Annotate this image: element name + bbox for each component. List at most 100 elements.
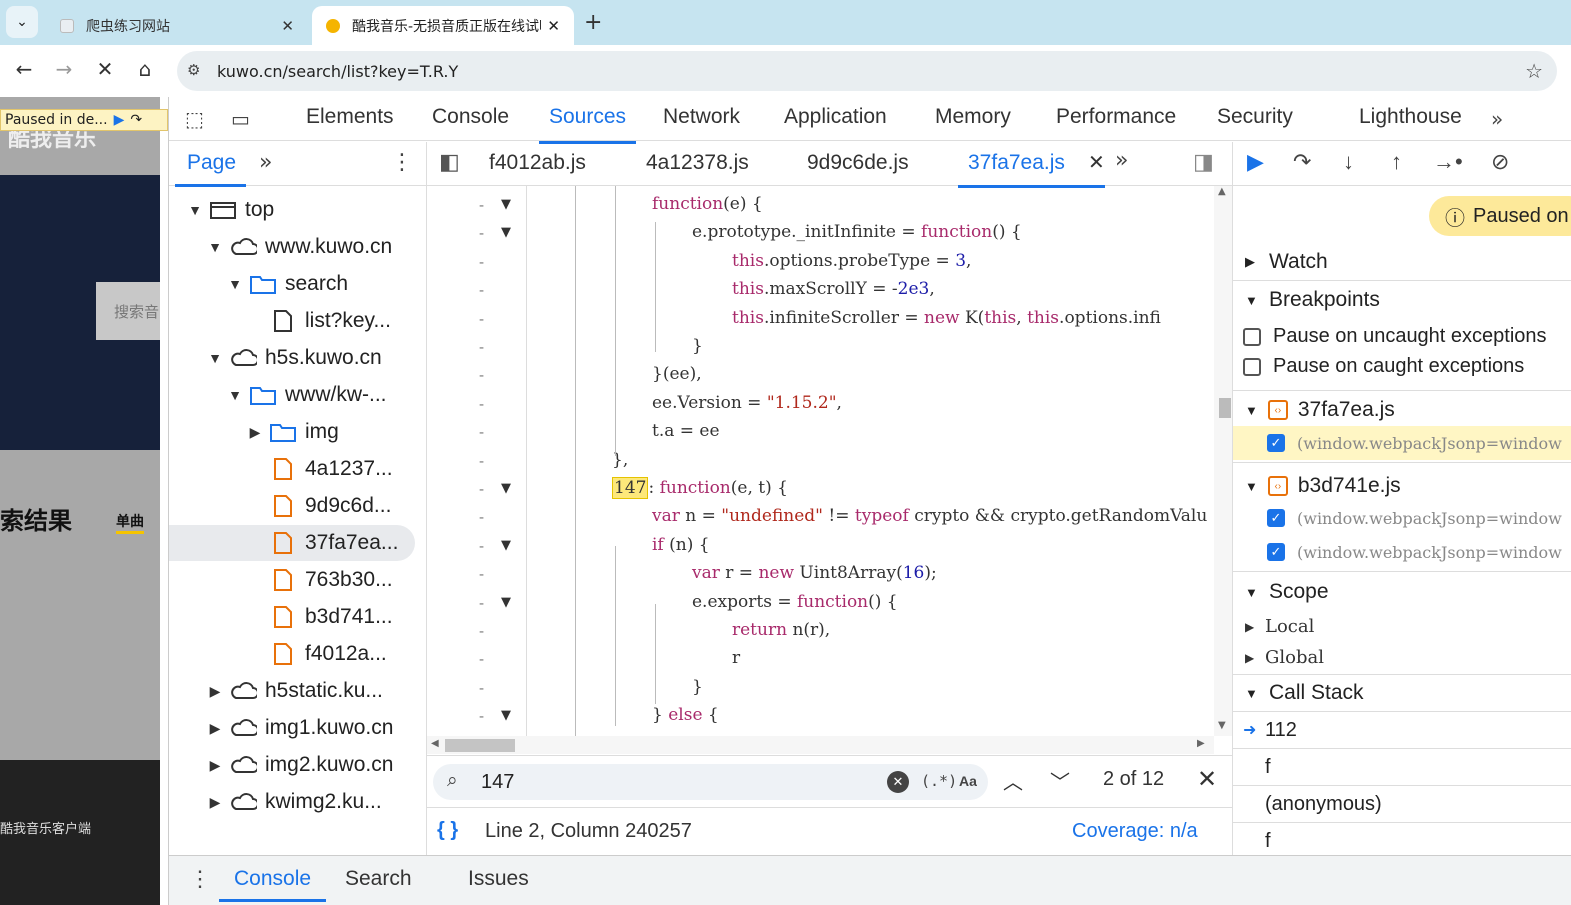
tree-item[interactable]: b3d741... — [169, 599, 415, 635]
tab-application[interactable]: Application — [784, 105, 887, 129]
tab-network[interactable]: Network — [663, 105, 740, 129]
more-panes-chevron-icon[interactable]: » — [259, 150, 272, 175]
fold-triangle-icon[interactable]: ▼ — [501, 197, 511, 212]
line-gutter[interactable]: - ▼ - ▼ - - - - - - - - - ▼ - - ▼ - - ▼ - - - - ▼ — [427, 186, 527, 736]
drawer-tab-issues[interactable]: Issues — [468, 867, 529, 891]
step-over-icon[interactable]: ↷ — [130, 112, 142, 128]
checkbox-checked[interactable]: ✓ — [1267, 434, 1285, 452]
single-tab[interactable]: 单曲 — [116, 511, 144, 534]
scroll-left-icon[interactable]: ◀ — [431, 738, 439, 749]
line-marker[interactable]: - — [479, 452, 484, 470]
scope-section-header[interactable]: ▼ Scope — [1233, 574, 1571, 610]
tab-memory[interactable]: Memory — [935, 105, 1011, 129]
tree-item[interactable]: ▶ img1.kuwo.cn — [169, 710, 415, 746]
new-tab-plus-icon[interactable]: + — [584, 10, 602, 35]
close-file-tab-icon[interactable]: ✕ — [1088, 150, 1105, 174]
scroll-thumb[interactable] — [445, 739, 515, 752]
coverage-link[interactable]: Coverage: n/a — [1072, 820, 1198, 843]
page-search-input[interactable]: 搜索音 — [96, 282, 160, 340]
pretty-print-braces-icon[interactable]: { } — [437, 819, 458, 842]
line-marker[interactable]: - — [479, 281, 484, 299]
tab-console[interactable]: Console — [432, 105, 509, 129]
close-find-icon[interactable]: ✕ — [1197, 765, 1217, 793]
close-tab-icon[interactable]: ✕ — [547, 17, 560, 35]
tree-item[interactable]: 763b30... — [169, 562, 415, 598]
tab-sources[interactable]: Sources — [538, 105, 637, 144]
match-case-toggle[interactable]: Aa — [959, 773, 977, 789]
pause-caught-checkbox[interactable]: Pause on caught exceptions — [1243, 355, 1571, 378]
breakpoint-file-b3d741e[interactable]: ▼ ‹› b3d741e.js — [1233, 470, 1571, 502]
fold-triangle-icon[interactable]: ▼ — [501, 538, 511, 553]
tab-lighthouse[interactable]: Lighthouse — [1359, 105, 1462, 129]
browser-tab-2[interactable]: 酷我音乐-无损音质正版在线试听 ✕ — [312, 6, 574, 45]
step-over-icon[interactable]: ↷ — [1293, 149, 1311, 175]
next-match-chevron-icon[interactable]: ﹀ — [1050, 766, 1070, 795]
resume-icon[interactable]: ▶ — [1247, 149, 1264, 175]
line-marker[interactable]: - — [479, 196, 484, 214]
file-tab[interactable]: f4012ab.js — [489, 151, 586, 175]
line-marker[interactable]: - — [479, 565, 484, 583]
line-marker[interactable]: - — [479, 594, 484, 612]
file-tab[interactable]: 37fa7ea.js — [958, 151, 1105, 188]
line-marker[interactable]: - — [479, 395, 484, 413]
tree-item[interactable]: 9d9c6d... — [169, 488, 415, 524]
breakpoint-file-37fa7ea[interactable]: ▼ ‹› 37fa7ea.js — [1233, 394, 1571, 426]
toggle-debugger-icon[interactable]: ◨ — [1193, 150, 1214, 175]
line-marker[interactable]: - — [479, 622, 484, 640]
step-out-icon[interactable]: ↑ — [1391, 149, 1402, 175]
step-into-icon[interactable]: ↓ — [1343, 149, 1354, 175]
find-input[interactable]: ⌕ 147 ✕ (.*) Aa — [433, 764, 988, 800]
fold-triangle-icon[interactable]: ▼ — [501, 481, 511, 496]
resume-icon[interactable]: ▶ — [114, 112, 125, 128]
call-frame[interactable]: f — [1233, 749, 1571, 786]
line-marker[interactable]: - — [479, 679, 484, 697]
code-editor[interactable]: - ▼ - ▼ - - - - - - - - - ▼ - - ▼ - - ▼ - - - - ▼ function(e) {e… — [427, 186, 1214, 736]
tab-elements[interactable]: Elements — [306, 105, 394, 129]
checkbox-unchecked[interactable] — [1243, 327, 1261, 346]
scroll-down-icon[interactable]: ▼ — [1218, 720, 1226, 731]
fold-triangle-icon[interactable]: ▼ — [501, 595, 511, 610]
tree-item[interactable]: ▼ www.kuwo.cn — [169, 229, 415, 265]
more-files-chevron-icon[interactable]: » — [1115, 148, 1128, 173]
device-toolbar-icon[interactable]: ▭ — [231, 107, 250, 131]
tree-item[interactable]: ▶ h5static.ku... — [169, 673, 415, 709]
collapse-triangle-icon[interactable]: ▼ — [205, 350, 225, 366]
drawer-menu-icon[interactable]: ⋮ — [189, 866, 211, 892]
tree-item[interactable]: ▼ www/kw-... — [169, 377, 415, 413]
file-tab[interactable]: 9d9c6de.js — [807, 151, 909, 175]
line-marker[interactable]: - — [479, 650, 484, 668]
call-frame[interactable]: (anonymous) — [1233, 786, 1571, 823]
expand-triangle-icon[interactable]: ▶ — [245, 424, 265, 441]
scroll-up-icon[interactable]: ▲ — [1218, 186, 1226, 197]
step-icon[interactable]: →• — [1433, 149, 1463, 175]
call-frame[interactable]: ➜ 112 — [1233, 712, 1571, 749]
tab-search-button[interactable]: ⌄ — [6, 6, 38, 38]
tree-item[interactable]: f4012a... — [169, 636, 415, 672]
line-marker[interactable]: - — [479, 537, 484, 555]
watch-section-header[interactable]: ▶ Watch — [1233, 244, 1571, 280]
forward-arrow-icon[interactable]: → — [50, 57, 78, 81]
deactivate-breakpoints-icon[interactable]: ⊘ — [1491, 149, 1509, 175]
tree-item[interactable]: 4a1237... — [169, 451, 415, 487]
fold-triangle-icon[interactable]: ▼ — [501, 708, 511, 723]
collapse-triangle-icon[interactable]: ▼ — [185, 202, 205, 218]
tree-item[interactable]: ▼ top — [169, 192, 415, 228]
bookmark-star-icon[interactable]: ☆ — [1525, 59, 1543, 83]
browser-tab-1[interactable]: 爬虫练习网站 ✕ — [46, 6, 308, 45]
breakpoint-line[interactable]: ✓ (window.webpackJsonp=window — [1233, 426, 1571, 460]
line-marker[interactable]: - — [479, 508, 484, 526]
checkbox-checked[interactable]: ✓ — [1267, 509, 1285, 527]
breakpoints-section-header[interactable]: ▼ Breakpoints — [1233, 282, 1571, 318]
collapse-triangle-icon[interactable]: ▼ — [225, 387, 245, 403]
line-marker[interactable]: - — [479, 480, 484, 498]
drawer-tab-search[interactable]: Search — [345, 867, 412, 891]
horizontal-scrollbar[interactable]: ◀ ▶ — [427, 736, 1214, 754]
checkbox-checked[interactable]: ✓ — [1267, 543, 1285, 561]
expand-triangle-icon[interactable]: ▶ — [205, 794, 225, 811]
tab-performance[interactable]: Performance — [1056, 105, 1176, 129]
scope-global[interactable]: ▶ Global — [1245, 647, 1324, 668]
line-marker[interactable]: - — [479, 423, 484, 441]
navigator-menu-icon[interactable]: ⋮ — [391, 150, 413, 175]
file-tab[interactable]: 4a12378.js — [646, 151, 749, 175]
tab-security[interactable]: Security — [1217, 105, 1293, 129]
